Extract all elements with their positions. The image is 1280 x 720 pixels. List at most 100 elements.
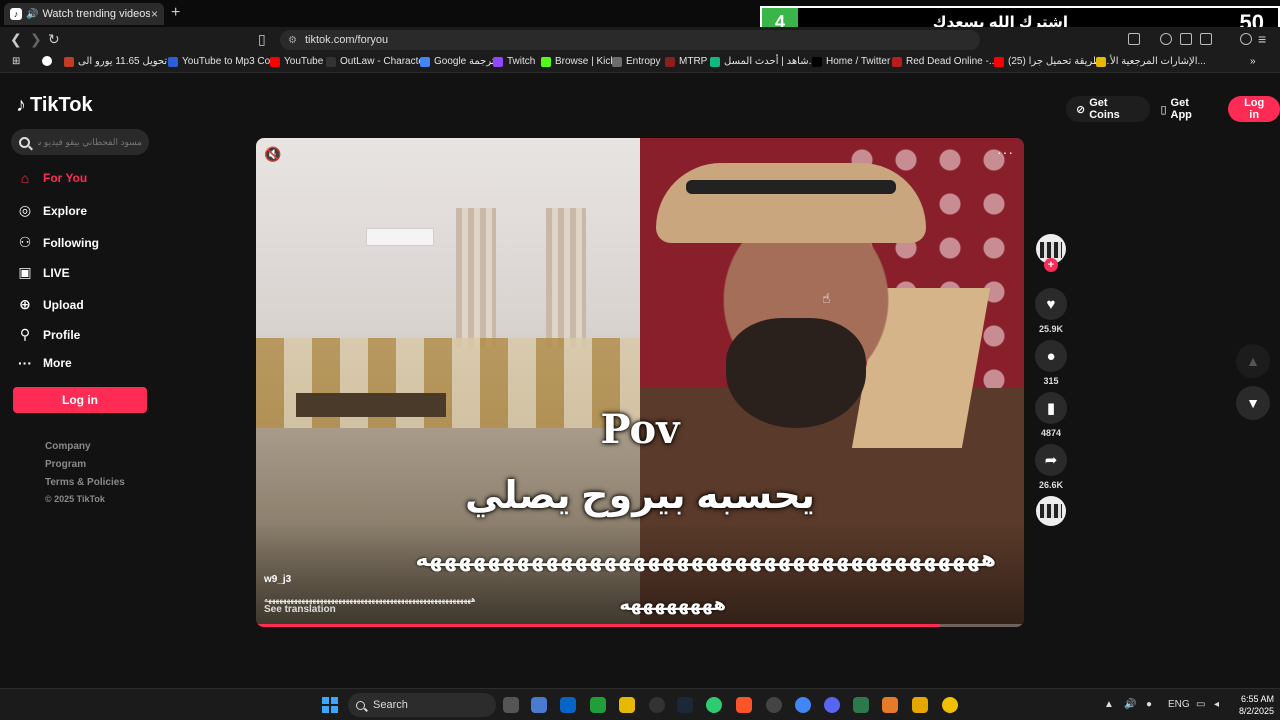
bookmarks-bar: ⊞ تحويل 11.65 يورو الى... YouTube to Mp3… xyxy=(0,53,1280,73)
windows-taskbar: Search ▲ 🔊 ● ENG ▭ ◂ 6:55 AM 8/2/2025 xyxy=(0,688,1280,720)
apps-grid-icon[interactable]: ⊞ xyxy=(12,56,20,67)
nav-following[interactable]: ⚇ Following xyxy=(16,234,99,251)
nav-label: Profile xyxy=(43,327,81,342)
app-icon[interactable] xyxy=(853,697,869,713)
menu-icon[interactable]: ≡ xyxy=(1258,31,1266,47)
brave-icon[interactable] xyxy=(736,697,752,713)
sidebar-login-button[interactable]: Log in xyxy=(13,387,147,413)
url-bar[interactable]: ⚙ tiktok.com/foryou xyxy=(280,30,980,50)
network-icon[interactable]: ▭ xyxy=(1196,699,1205,710)
video-author[interactable]: w9_j3 xyxy=(264,574,291,585)
nav-more[interactable]: ··· More xyxy=(16,355,72,371)
media-icon[interactable] xyxy=(1160,33,1172,45)
bookmark-item[interactable]: YouTube to Mp3 Co... xyxy=(168,56,279,67)
new-tab-button[interactable]: + xyxy=(171,4,180,22)
taskbar-clock[interactable]: 6:55 AM 8/2/2025 xyxy=(1232,693,1274,717)
footer-company-link[interactable]: Company xyxy=(45,441,91,452)
footer-terms-link[interactable]: Terms & Policies xyxy=(45,477,125,488)
header-login-button[interactable]: Log in xyxy=(1228,96,1280,122)
bookmark-item[interactable]: Home / Twitter xyxy=(812,56,890,67)
app-icon[interactable] xyxy=(942,697,958,713)
google-icon[interactable] xyxy=(42,56,56,66)
save-button[interactable]: ▮ xyxy=(1035,392,1067,424)
tiktok-logo[interactable]: ♪ TikTok xyxy=(16,94,93,117)
nav-live[interactable]: ▣ LIVE xyxy=(16,264,69,281)
steam-icon[interactable] xyxy=(677,697,693,713)
file-explorer-icon[interactable] xyxy=(619,697,635,713)
screenshot-icon[interactable] xyxy=(1128,33,1140,45)
language-indicator[interactable]: ENG xyxy=(1168,699,1190,710)
forward-icon[interactable]: ❯ xyxy=(30,31,42,48)
bookmark-item[interactable]: MTRP xyxy=(665,56,707,67)
bookmark-item[interactable]: شاهد | أحدث المسل... xyxy=(710,56,817,67)
nav-label: Upload xyxy=(43,297,84,312)
speaker-tray-icon[interactable]: ◂ xyxy=(1214,699,1219,710)
app-icon[interactable] xyxy=(882,697,898,713)
follow-plus-icon[interactable]: + xyxy=(1044,258,1058,272)
search-box[interactable] xyxy=(11,129,149,155)
vpn-icon[interactable] xyxy=(1240,33,1252,45)
like-button[interactable]: ♥ xyxy=(1035,288,1067,320)
volume-icon[interactable]: 🔊 xyxy=(1124,699,1136,710)
site-info-icon[interactable]: ⚙ xyxy=(288,35,297,46)
bookmark-item[interactable]: (25) طريقة تحميل جرا... xyxy=(994,56,1109,67)
reload-icon[interactable]: ↻ xyxy=(48,31,60,48)
person-headband xyxy=(686,180,896,194)
bookmark-item[interactable]: Google ترجمة xyxy=(420,56,495,67)
sound-avatar[interactable] xyxy=(1036,496,1066,526)
sidebar-icon[interactable] xyxy=(1180,33,1192,45)
search-input[interactable] xyxy=(38,137,142,147)
browser-tab[interactable]: ♪ 🔊 Watch trending videos for yo × xyxy=(4,3,164,25)
bookmark-item[interactable]: OutLaw - Character xyxy=(326,56,427,67)
discord-icon[interactable] xyxy=(824,697,840,713)
scroll-down-button[interactable]: ▼ xyxy=(1236,386,1270,420)
app-icon[interactable] xyxy=(706,697,722,713)
tab-close-icon[interactable]: × xyxy=(151,7,158,21)
app-icon[interactable] xyxy=(912,697,928,713)
bookmark-item[interactable]: Red Dead Online -... xyxy=(892,56,997,67)
tray-overflow-icon[interactable]: ▲ xyxy=(1104,699,1114,710)
speaker-icon[interactable]: 🔊 xyxy=(26,9,38,20)
task-view-icon[interactable] xyxy=(503,697,519,713)
nav-for-you[interactable]: ⌂ For You xyxy=(16,170,87,186)
bookmark-item[interactable]: الإشارات المرجعية الأ... xyxy=(1096,56,1206,67)
xbox-icon[interactable] xyxy=(590,697,606,713)
bookmark-item[interactable]: تحويل 11.65 يورو الى... xyxy=(64,56,176,67)
get-coins-button[interactable]: ⊘ Get Coins xyxy=(1066,96,1151,122)
taskbar-search-label: Search xyxy=(373,699,408,711)
taskbar-search[interactable]: Search xyxy=(348,693,496,717)
upload-icon: ⊕ xyxy=(19,296,31,312)
search-icon[interactable] xyxy=(19,136,30,148)
scroll-up-button[interactable]: ▲ xyxy=(1236,344,1270,378)
wallet-icon[interactable] xyxy=(1200,33,1212,45)
nav-profile[interactable]: ⚲ Profile xyxy=(16,326,80,343)
get-app-button[interactable]: ▯ Get App xyxy=(1150,96,1222,122)
footer-program-link[interactable]: Program xyxy=(45,459,86,470)
nav-explore[interactable]: ◎ Explore xyxy=(16,202,87,219)
bookmarks-overflow-icon[interactable]: » xyxy=(1250,56,1256,67)
chrome-icon[interactable] xyxy=(795,697,811,713)
more-options-icon[interactable]: ··· xyxy=(997,144,1014,160)
mic-icon[interactable]: ● xyxy=(1146,699,1152,710)
store-icon[interactable] xyxy=(531,697,547,713)
see-translation-link[interactable]: See translation xyxy=(264,604,336,615)
mute-icon[interactable]: 🔇 xyxy=(264,146,281,163)
home-icon: ⌂ xyxy=(20,170,30,186)
bookmark-item[interactable]: Entropy xyxy=(612,56,660,67)
app-icon[interactable] xyxy=(766,697,782,713)
comment-button[interactable]: ● xyxy=(1035,340,1067,372)
video-player[interactable]: 🔇 ··· Pov يحسبه بيروح يصلي ههههههههههههه… xyxy=(256,138,1024,627)
tiktok-favicon-icon: ♪ xyxy=(10,8,22,20)
app-icon[interactable] xyxy=(649,697,665,713)
share-button[interactable]: ➦ xyxy=(1035,444,1067,476)
bookmark-item[interactable]: YouTube xyxy=(270,56,323,67)
windows-start-icon[interactable] xyxy=(322,697,338,713)
get-coins-label: Get Coins xyxy=(1089,97,1120,121)
bookmark-icon[interactable]: ▯ xyxy=(258,31,266,48)
back-icon[interactable]: ❮ xyxy=(10,31,22,48)
bookmark-item[interactable]: Twitch xyxy=(493,56,535,67)
nav-upload[interactable]: ⊕ Upload xyxy=(16,296,84,313)
outlook-icon[interactable] xyxy=(560,697,576,713)
bookmark-item[interactable]: Browse | Kick xyxy=(541,56,615,67)
comment-count: 315 xyxy=(1043,376,1059,386)
